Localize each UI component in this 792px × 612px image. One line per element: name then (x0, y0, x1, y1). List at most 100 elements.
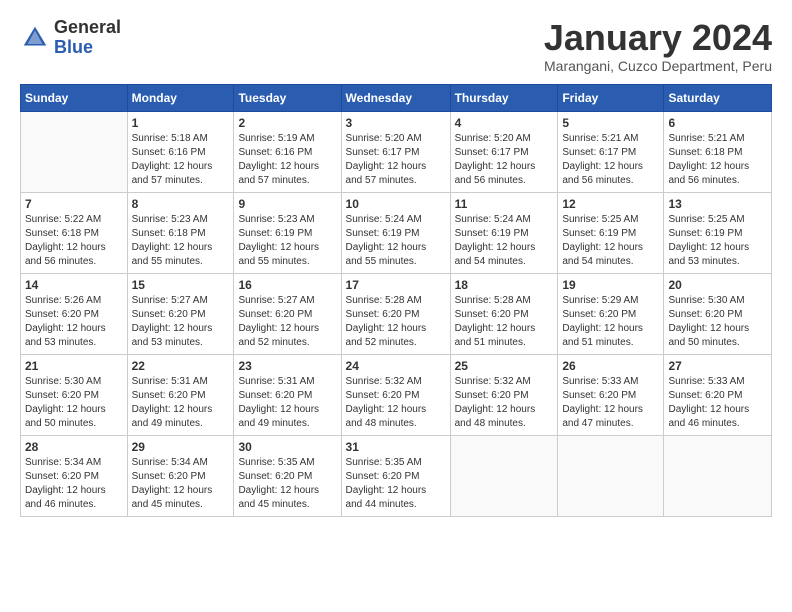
calendar-week-row: 7 Sunrise: 5:22 AM Sunset: 6:18 PM Daylig… (21, 192, 772, 273)
calendar-day-cell: 15 Sunrise: 5:27 AM Sunset: 6:20 PM Dayli… (127, 273, 234, 354)
calendar-day-cell: 17 Sunrise: 5:28 AM Sunset: 6:20 PM Dayli… (341, 273, 450, 354)
calendar-day-cell: 25 Sunrise: 5:32 AM Sunset: 6:20 PM Dayli… (450, 354, 558, 435)
logo: General Blue (20, 18, 121, 58)
calendar-day-cell: 30Sunrise: 5:35 AM Sunset: 6:20 PM Dayli… (234, 435, 341, 516)
calendar-day-cell: 21 Sunrise: 5:30 AM Sunset: 6:20 PM Dayli… (21, 354, 128, 435)
calendar-day-cell: 2 Sunrise: 5:19 AM Sunset: 6:16 PM Daylig… (234, 111, 341, 192)
day-info: Sunrise: 5:30 AM Sunset: 6:20 PM Dayligh… (25, 375, 123, 431)
calendar-day-cell: 12 Sunrise: 5:25 AM Sunset: 6:19 PM Dayli… (558, 192, 664, 273)
day-info: Sunrise: 5:25 AM Sunset: 6:19 PM Dayligh… (562, 213, 659, 269)
day-number: 14 (25, 278, 123, 292)
calendar-header-wednesday: Wednesday (341, 84, 450, 111)
day-info: Sunrise: 5:33 AM Sunset: 6:20 PM Dayligh… (562, 375, 659, 431)
day-number: 8 (132, 197, 230, 211)
calendar-day-cell: 24 Sunrise: 5:32 AM Sunset: 6:20 PM Dayli… (341, 354, 450, 435)
day-number: 26 (562, 359, 659, 373)
day-info: Sunrise: 5:21 AM Sunset: 6:17 PM Dayligh… (562, 132, 659, 188)
day-number: 31 (346, 440, 446, 454)
day-number: 12 (562, 197, 659, 211)
calendar-day-cell: 27 Sunrise: 5:33 AM Sunset: 6:20 PM Dayli… (664, 354, 772, 435)
day-number: 16 (238, 278, 336, 292)
calendar-day-cell: 22 Sunrise: 5:31 AM Sunset: 6:20 PM Dayli… (127, 354, 234, 435)
calendar-day-cell: 23Sunrise: 5:31 AM Sunset: 6:20 PM Dayli… (234, 354, 341, 435)
day-number: 6 (668, 116, 767, 130)
day-number: 15 (132, 278, 230, 292)
calendar-day-cell: 26 Sunrise: 5:33 AM Sunset: 6:20 PM Dayli… (558, 354, 664, 435)
day-info: Sunrise: 5:27 AM Sunset: 6:20 PM Dayligh… (132, 294, 230, 350)
day-info: Sunrise: 5:31 AM Sunset: 6:20 PM Dayligh… (238, 375, 336, 431)
calendar-header-row: SundayMondayTuesdayWednesdayThursdayFrid… (21, 84, 772, 111)
calendar-header-saturday: Saturday (664, 84, 772, 111)
day-info: Sunrise: 5:24 AM Sunset: 6:19 PM Dayligh… (346, 213, 446, 269)
day-info: Sunrise: 5:20 AM Sunset: 6:17 PM Dayligh… (346, 132, 446, 188)
calendar-day-cell: 28 Sunrise: 5:34 AM Sunset: 6:20 PM Dayli… (21, 435, 128, 516)
month-title: January 2024 (544, 18, 772, 58)
day-number: 28 (25, 440, 123, 454)
day-number: 22 (132, 359, 230, 373)
day-info: Sunrise: 5:28 AM Sunset: 6:20 PM Dayligh… (346, 294, 446, 350)
day-info: Sunrise: 5:33 AM Sunset: 6:20 PM Dayligh… (668, 375, 767, 431)
calendar-day-cell: 20Sunrise: 5:30 AM Sunset: 6:20 PM Dayli… (664, 273, 772, 354)
calendar-week-row: 28 Sunrise: 5:34 AM Sunset: 6:20 PM Dayli… (21, 435, 772, 516)
calendar-day-cell: 19Sunrise: 5:29 AM Sunset: 6:20 PM Dayli… (558, 273, 664, 354)
day-number: 1 (132, 116, 230, 130)
location-title: Marangani, Cuzco Department, Peru (544, 58, 772, 74)
day-info: Sunrise: 5:32 AM Sunset: 6:20 PM Dayligh… (346, 375, 446, 431)
day-number: 10 (346, 197, 446, 211)
calendar-day-cell: 1 Sunrise: 5:18 AM Sunset: 6:16 PM Daylig… (127, 111, 234, 192)
calendar-day-cell: 10 Sunrise: 5:24 AM Sunset: 6:19 PM Dayli… (341, 192, 450, 273)
logo-blue: Blue (54, 38, 121, 58)
calendar-day-cell (450, 435, 558, 516)
day-info: Sunrise: 5:31 AM Sunset: 6:20 PM Dayligh… (132, 375, 230, 431)
calendar-day-cell: 13Sunrise: 5:25 AM Sunset: 6:19 PM Dayli… (664, 192, 772, 273)
page-container: General Blue January 2024 Marangani, Cuz… (0, 0, 792, 527)
logo-icon (20, 23, 50, 53)
calendar-header-monday: Monday (127, 84, 234, 111)
day-info: Sunrise: 5:27 AM Sunset: 6:20 PM Dayligh… (238, 294, 336, 350)
day-number: 27 (668, 359, 767, 373)
calendar-day-cell: 29Sunrise: 5:34 AM Sunset: 6:20 PM Dayli… (127, 435, 234, 516)
logo-general: General (54, 18, 121, 38)
title-block: January 2024 Marangani, Cuzco Department… (544, 18, 772, 74)
day-info: Sunrise: 5:34 AM Sunset: 6:20 PM Dayligh… (25, 456, 123, 512)
day-info: Sunrise: 5:35 AM Sunset: 6:20 PM Dayligh… (346, 456, 446, 512)
day-number: 13 (668, 197, 767, 211)
calendar-day-cell: 14Sunrise: 5:26 AM Sunset: 6:20 PM Dayli… (21, 273, 128, 354)
header: General Blue January 2024 Marangani, Cuz… (20, 18, 772, 74)
calendar-day-cell: 11Sunrise: 5:24 AM Sunset: 6:19 PM Dayli… (450, 192, 558, 273)
day-number: 17 (346, 278, 446, 292)
calendar-day-cell: 8 Sunrise: 5:23 AM Sunset: 6:18 PM Daylig… (127, 192, 234, 273)
day-number: 2 (238, 116, 336, 130)
day-number: 24 (346, 359, 446, 373)
calendar-day-cell (21, 111, 128, 192)
calendar-week-row: 14Sunrise: 5:26 AM Sunset: 6:20 PM Dayli… (21, 273, 772, 354)
calendar-day-cell: 3 Sunrise: 5:20 AM Sunset: 6:17 PM Daylig… (341, 111, 450, 192)
day-info: Sunrise: 5:23 AM Sunset: 6:19 PM Dayligh… (238, 213, 336, 269)
day-info: Sunrise: 5:19 AM Sunset: 6:16 PM Dayligh… (238, 132, 336, 188)
day-info: Sunrise: 5:28 AM Sunset: 6:20 PM Dayligh… (455, 294, 554, 350)
day-info: Sunrise: 5:22 AM Sunset: 6:18 PM Dayligh… (25, 213, 123, 269)
calendar-table: SundayMondayTuesdayWednesdayThursdayFrid… (20, 84, 772, 517)
day-info: Sunrise: 5:18 AM Sunset: 6:16 PM Dayligh… (132, 132, 230, 188)
day-number: 7 (25, 197, 123, 211)
logo-text: General Blue (54, 18, 121, 58)
calendar-day-cell (664, 435, 772, 516)
day-number: 25 (455, 359, 554, 373)
day-info: Sunrise: 5:20 AM Sunset: 6:17 PM Dayligh… (455, 132, 554, 188)
calendar-day-cell: 6Sunrise: 5:21 AM Sunset: 6:18 PM Daylig… (664, 111, 772, 192)
day-number: 3 (346, 116, 446, 130)
calendar-day-cell: 16 Sunrise: 5:27 AM Sunset: 6:20 PM Dayli… (234, 273, 341, 354)
calendar-day-cell: 7 Sunrise: 5:22 AM Sunset: 6:18 PM Daylig… (21, 192, 128, 273)
day-number: 21 (25, 359, 123, 373)
calendar-week-row: 21 Sunrise: 5:30 AM Sunset: 6:20 PM Dayli… (21, 354, 772, 435)
calendar-day-cell: 31 Sunrise: 5:35 AM Sunset: 6:20 PM Dayli… (341, 435, 450, 516)
day-number: 11 (455, 197, 554, 211)
day-info: Sunrise: 5:23 AM Sunset: 6:18 PM Dayligh… (132, 213, 230, 269)
day-info: Sunrise: 5:32 AM Sunset: 6:20 PM Dayligh… (455, 375, 554, 431)
day-number: 4 (455, 116, 554, 130)
calendar-day-cell (558, 435, 664, 516)
day-number: 18 (455, 278, 554, 292)
day-info: Sunrise: 5:34 AM Sunset: 6:20 PM Dayligh… (132, 456, 230, 512)
calendar-day-cell: 9Sunrise: 5:23 AM Sunset: 6:19 PM Daylig… (234, 192, 341, 273)
day-info: Sunrise: 5:35 AM Sunset: 6:20 PM Dayligh… (238, 456, 336, 512)
